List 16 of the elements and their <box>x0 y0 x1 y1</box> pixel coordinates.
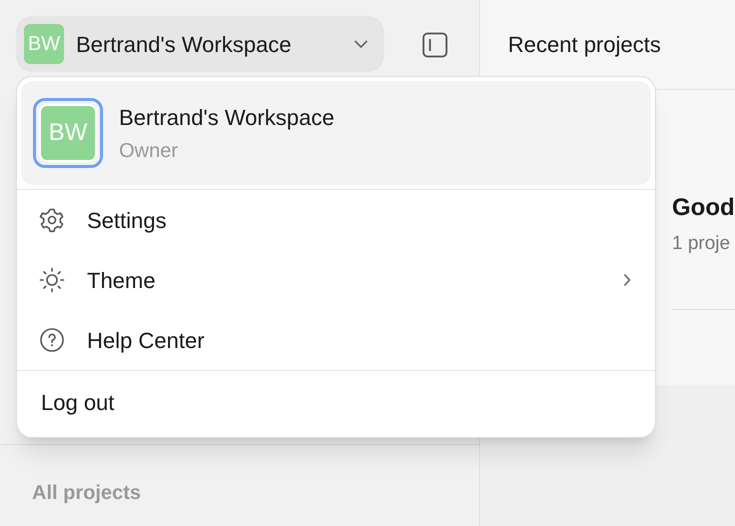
chevron-right-icon <box>623 273 631 287</box>
sun-icon <box>39 267 65 293</box>
workspace-name: Bertrand's Workspace <box>119 104 334 132</box>
workspace-item[interactable]: BW Bertrand's Workspace Owner <box>21 81 651 185</box>
help-icon <box>39 327 65 353</box>
workspace-avatar: BW <box>33 98 103 168</box>
section-heading: All projects <box>32 482 141 504</box>
project-count: 1 proje <box>672 232 732 256</box>
sidebar-toggle-icon[interactable] <box>422 32 448 58</box>
project-title: Good <box>672 193 735 223</box>
panel-title: Recent projects <box>508 31 661 59</box>
chevron-down-icon <box>354 40 368 48</box>
workspace-switcher[interactable]: BW Bertrand's Workspace <box>16 16 384 72</box>
settings-icon <box>39 207 65 233</box>
workspace-avatar: BW <box>24 24 64 64</box>
workspace-role: Owner <box>119 138 179 164</box>
